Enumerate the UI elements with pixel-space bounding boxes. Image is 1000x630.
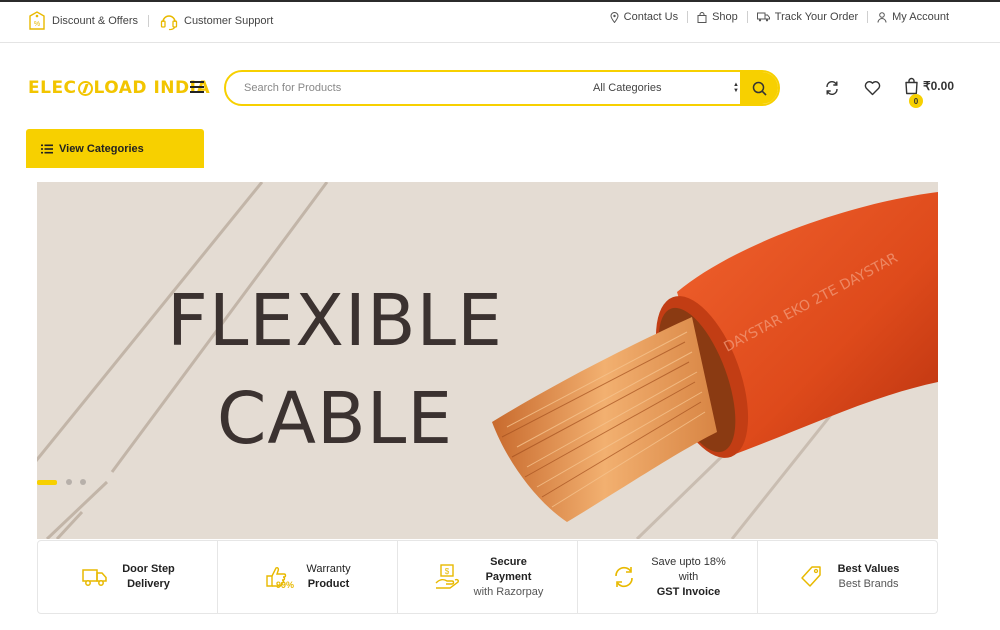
feature-title: Secure — [490, 555, 527, 568]
cart-bag-icon — [905, 77, 918, 95]
compare-icon — [826, 80, 838, 96]
slider-dot[interactable] — [80, 479, 86, 485]
track-order-link[interactable]: Track Your Order — [756, 11, 859, 23]
category-select-value: All Categories — [593, 82, 662, 94]
feature-title: Best Values — [837, 563, 900, 575]
shop-link[interactable]: Shop — [697, 11, 738, 23]
view-categories-button[interactable]: View Categories — [26, 129, 204, 168]
menu-toggle-icon[interactable] — [190, 80, 204, 94]
feature-text: Door Step Delivery — [122, 562, 175, 592]
refresh-percent-icon — [609, 562, 639, 592]
feature-title: GST Invoice — [656, 585, 721, 598]
site-logo[interactable]: ELEC LOAD INDIA — [28, 78, 210, 98]
divider — [148, 15, 149, 27]
svg-text:$: $ — [444, 567, 449, 576]
feature-text: Best Values Best Brands — [838, 562, 900, 592]
feature-subtitle: Best Brands — [838, 578, 899, 590]
slider-dot-active[interactable] — [37, 479, 57, 485]
delivery-truck-icon — [756, 12, 770, 22]
feature-text: Save upto 18% with GST Invoice — [651, 555, 726, 600]
feature-subtitle: with Razorpay — [473, 585, 544, 598]
feature-gst-invoice: Save upto 18% with GST Invoice — [578, 541, 758, 613]
logo-bolt-icon — [77, 80, 93, 96]
list-icon — [41, 144, 53, 153]
location-pin-icon — [610, 11, 619, 23]
discount-offers-label: Discount & Offers — [52, 15, 138, 27]
shop-label: Shop — [712, 11, 738, 23]
customer-support-link[interactable]: Customer Support — [159, 11, 273, 31]
cart-count-badge: 0 — [909, 94, 923, 108]
divider — [687, 11, 689, 23]
svg-text:%: % — [34, 21, 40, 28]
search-bar: All Categories ▲▼ — [224, 70, 780, 106]
svg-text:99%: 99% — [276, 580, 294, 590]
divider — [867, 11, 869, 23]
thumbs-up-99-icon: 99% — [264, 562, 294, 592]
view-categories-label: View Categories — [59, 142, 144, 155]
percent-tag-icon: % — [29, 11, 45, 30]
feature-title: Product — [307, 578, 350, 590]
feature-best-values: Best Values Best Brands — [758, 541, 937, 613]
my-account-link[interactable]: My Account — [877, 11, 949, 23]
feature-title: Warranty — [306, 563, 351, 575]
my-account-label: My Account — [892, 11, 949, 23]
feature-secure-payment: $ Secure Payment with Razorpay — [398, 541, 578, 613]
feature-title: Payment — [485, 570, 532, 583]
shopping-bag-icon — [697, 11, 707, 23]
features-strip: Door Step Delivery 99% Warranty Product … — [37, 540, 938, 614]
category-select[interactable]: All Categories ▲ ▼ — [591, 72, 741, 104]
heart-icon — [864, 81, 880, 96]
secure-payment-icon: $ — [432, 562, 462, 592]
logo-text-part1: ELEC — [28, 78, 77, 98]
cart-button[interactable]: 0 ₹0.00 — [904, 77, 954, 108]
feature-title: Door Step — [122, 563, 175, 575]
slider-dot[interactable] — [66, 479, 72, 485]
search-icon — [752, 81, 767, 96]
feature-subtitle: with — [678, 570, 699, 583]
top-bar-left: % Discount & Offers Customer Support — [27, 10, 273, 32]
divider — [746, 11, 748, 23]
select-arrows-icon: ▲ ▼ — [733, 82, 739, 94]
discount-offers-link[interactable]: % Discount & Offers — [27, 10, 138, 32]
headset-icon — [160, 15, 178, 31]
user-icon — [877, 11, 887, 23]
feature-text: Warranty Product — [306, 562, 350, 592]
wishlist-button[interactable] — [863, 79, 881, 97]
top-bar: % Discount & Offers Customer Support Con… — [0, 2, 1000, 43]
search-input[interactable] — [244, 72, 574, 104]
feature-warranty-product: 99% Warranty Product — [218, 541, 398, 613]
customer-support-label: Customer Support — [184, 15, 274, 27]
feature-text: Secure Payment with Razorpay — [474, 555, 544, 600]
cart-total: ₹0.00 — [923, 79, 954, 93]
top-bar-right: Contact Us Shop Track Your Order My Acco… — [610, 11, 949, 23]
feature-title: Delivery — [127, 578, 170, 590]
compare-button[interactable] — [823, 79, 841, 97]
contact-us-label: Contact Us — [623, 11, 679, 23]
feature-subtitle: Save upto 18% — [651, 555, 726, 568]
hero-banner[interactable]: FLEXIBLE CABLE DAYSTAR EKO 2TE DAYSTAR — [37, 182, 938, 539]
search-button[interactable] — [740, 72, 778, 104]
feature-door-step-delivery: Door Step Delivery — [38, 541, 218, 613]
flexible-cable-illustration: DAYSTAR EKO 2TE DAYSTAR — [492, 192, 938, 522]
track-order-label: Track Your Order — [774, 11, 859, 23]
contact-us-link[interactable]: Contact Us — [610, 11, 678, 23]
slider-dots — [37, 479, 94, 485]
tag-icon — [796, 562, 826, 592]
truck-icon — [80, 562, 110, 592]
